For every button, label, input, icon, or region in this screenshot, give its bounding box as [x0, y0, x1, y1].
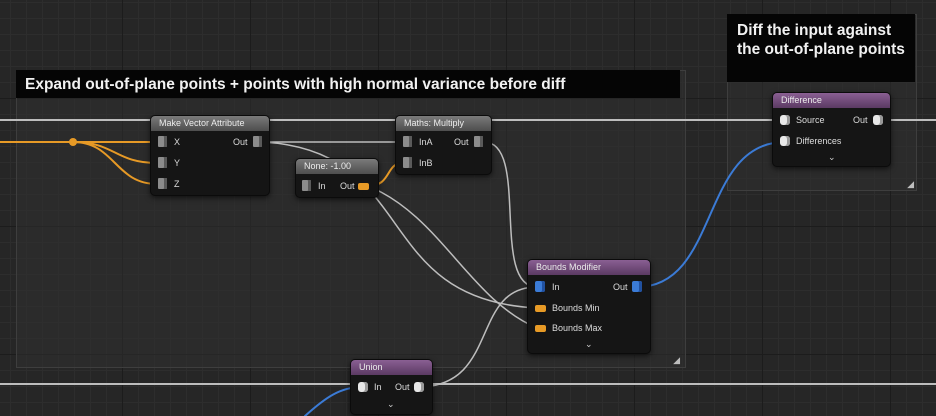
- pin-icon[interactable]: [535, 325, 546, 332]
- pin-icon[interactable]: [780, 136, 790, 146]
- pin-icon[interactable]: [632, 281, 642, 292]
- pin-out[interactable]: Out: [340, 179, 369, 193]
- pin-label: In: [318, 181, 326, 191]
- node-title[interactable]: Difference: [773, 93, 890, 108]
- pin-source[interactable]: Source: [780, 113, 825, 127]
- pin-label: Out: [340, 181, 355, 191]
- pin-label: InB: [419, 158, 433, 168]
- pin-icon[interactable]: [535, 305, 546, 312]
- pin-label: Source: [796, 115, 825, 125]
- pin-label: Bounds Max: [552, 323, 603, 333]
- graph-canvas[interactable]: Expand out-of-plane points + points with…: [0, 0, 936, 416]
- pin-out[interactable]: Out: [233, 135, 262, 149]
- pin-bounds-max[interactable]: Bounds Max: [535, 321, 602, 335]
- pin-differences[interactable]: Differences: [780, 134, 841, 148]
- pin-y[interactable]: Y: [158, 156, 180, 170]
- pin-label: Z: [174, 179, 180, 189]
- node-title[interactable]: None: -1.00: [296, 159, 378, 174]
- pin-icon[interactable]: [403, 136, 412, 147]
- pin-icon[interactable]: [474, 136, 483, 147]
- node-title[interactable]: Make Vector Attribute: [151, 116, 269, 131]
- pin-icon[interactable]: [253, 136, 262, 147]
- pin-icon[interactable]: [358, 382, 368, 392]
- wires-layer: [0, 119, 936, 416]
- pin-icon[interactable]: [535, 281, 545, 292]
- expand-chevron-icon[interactable]: ⌄: [585, 340, 593, 350]
- pin-in[interactable]: In: [358, 380, 382, 394]
- pin-label: Bounds Min: [552, 303, 600, 313]
- pin-ina[interactable]: InA: [403, 135, 433, 149]
- pin-z[interactable]: Z: [158, 177, 180, 191]
- expand-chevron-icon[interactable]: ⌄: [828, 153, 836, 163]
- pin-label: Out: [853, 115, 868, 125]
- pin-in[interactable]: In: [302, 179, 326, 193]
- pin-icon[interactable]: [158, 136, 167, 147]
- pin-icon[interactable]: [302, 180, 311, 191]
- pin-bounds-min[interactable]: Bounds Min: [535, 301, 600, 315]
- pin-label: InA: [419, 137, 433, 147]
- node-title[interactable]: Maths: Multiply: [396, 116, 491, 131]
- reroute-node: [69, 138, 77, 146]
- pin-icon[interactable]: [873, 115, 883, 125]
- pin-label: Differences: [796, 136, 842, 146]
- pin-x[interactable]: X: [158, 135, 180, 149]
- pin-label: Y: [174, 158, 181, 168]
- pin-inb[interactable]: InB: [403, 156, 433, 170]
- pin-label: Out: [233, 137, 248, 147]
- pin-out[interactable]: Out: [613, 280, 642, 294]
- pin-icon[interactable]: [158, 157, 167, 168]
- pin-out[interactable]: Out: [395, 380, 424, 394]
- pin-out[interactable]: Out: [853, 113, 883, 127]
- pin-label: X: [174, 137, 181, 147]
- pin-label: Out: [395, 382, 410, 392]
- pin-label: In: [552, 282, 560, 292]
- pin-icon[interactable]: [414, 382, 424, 392]
- node-title[interactable]: Union: [351, 360, 432, 375]
- pin-icon[interactable]: [780, 115, 790, 125]
- pin-icon[interactable]: [403, 157, 412, 168]
- pin-icon[interactable]: [358, 183, 369, 190]
- pin-icon[interactable]: [158, 178, 167, 189]
- pin-label: In: [374, 382, 382, 392]
- pin-label: Out: [454, 137, 469, 147]
- pin-out[interactable]: Out: [454, 135, 483, 149]
- expand-chevron-icon[interactable]: ⌄: [387, 400, 395, 410]
- pin-label: Out: [613, 282, 628, 292]
- node-title[interactable]: Bounds Modifier: [528, 260, 650, 275]
- pin-in[interactable]: In: [535, 280, 560, 294]
